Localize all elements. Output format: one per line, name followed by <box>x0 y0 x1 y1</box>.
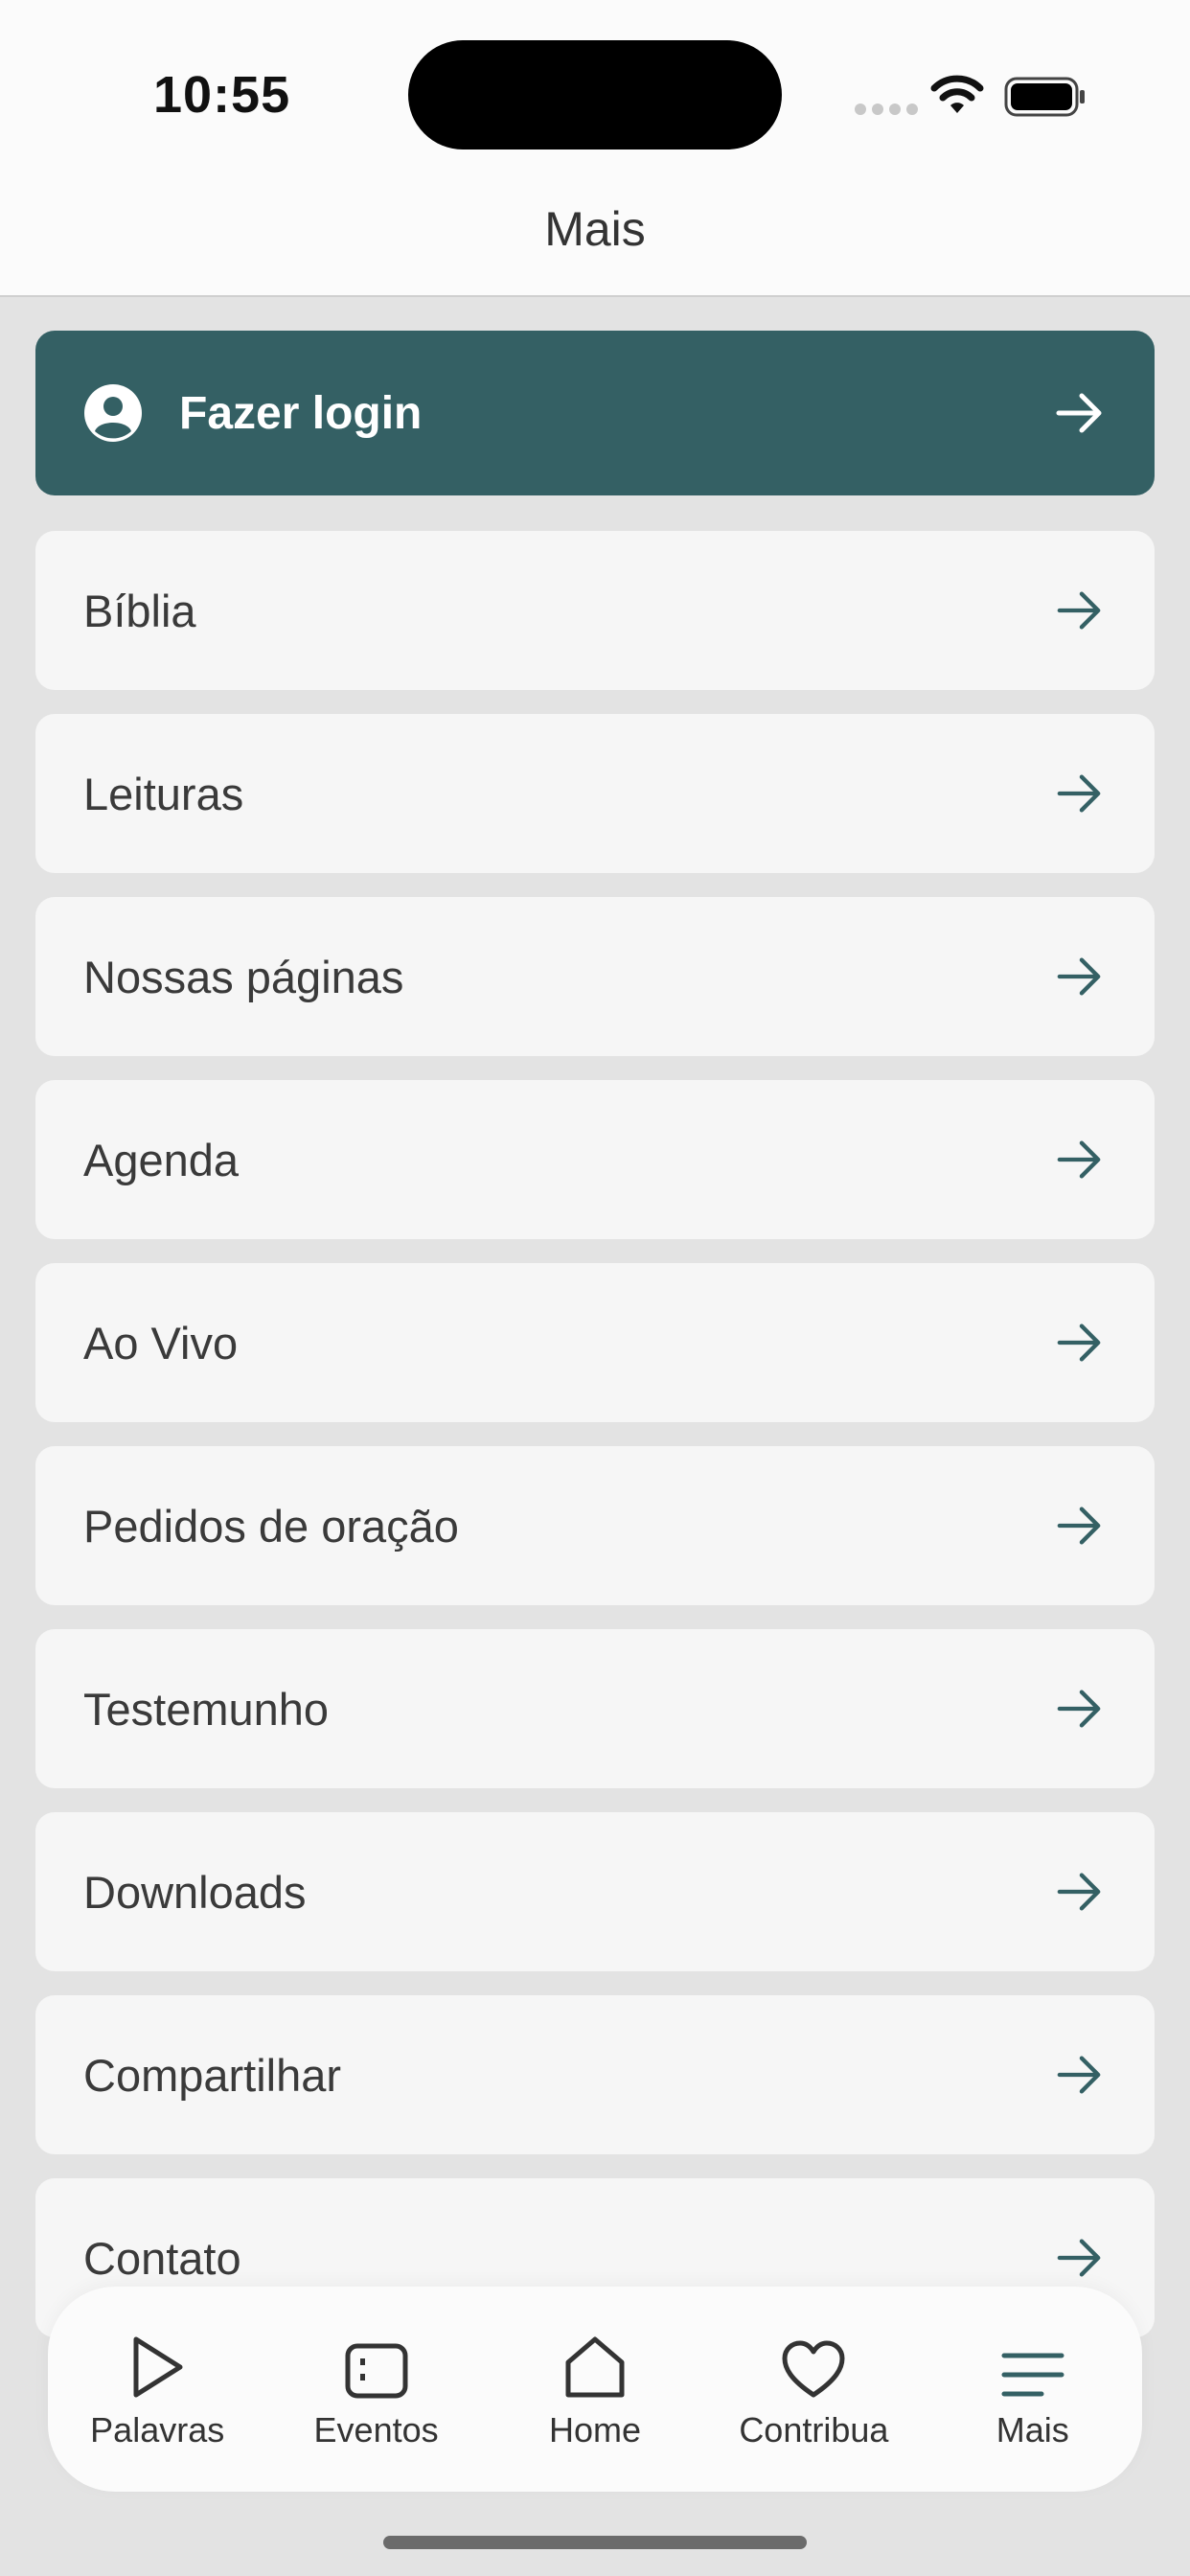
tab-label: Home <box>548 2410 641 2450</box>
arrow-right-icon <box>1053 1682 1107 1736</box>
tab-label: Contribua <box>739 2410 889 2450</box>
arrow-right-icon <box>1053 584 1107 637</box>
battery-icon <box>1004 77 1087 122</box>
bottom-tab-bar: Palavras Eventos Home Contribua Mais <box>48 2287 1142 2492</box>
menu-item-agenda[interactable]: Agenda <box>35 1080 1155 1239</box>
calendar-icon <box>341 2328 412 2399</box>
tab-label: Palavras <box>90 2410 225 2450</box>
menu-item-label: Pedidos de oração <box>83 1500 459 1552</box>
user-circle-icon <box>83 383 143 443</box>
menu-item-leituras[interactable]: Leituras <box>35 714 1155 873</box>
tab-mais[interactable]: Mais <box>937 2328 1129 2450</box>
tab-palavras[interactable]: Palavras <box>61 2328 253 2450</box>
cellular-signal-icon <box>855 104 918 115</box>
dynamic-island <box>408 40 782 150</box>
arrow-right-icon <box>1053 950 1107 1003</box>
status-time: 10:55 <box>153 66 291 124</box>
tab-eventos[interactable]: Eventos <box>281 2328 472 2450</box>
arrow-right-icon <box>1053 767 1107 820</box>
login-button[interactable]: Fazer login <box>35 331 1155 495</box>
menu-item-label: Contato <box>83 2232 241 2284</box>
home-indicator[interactable] <box>383 2536 807 2549</box>
menu-item-label: Nossas páginas <box>83 951 404 1002</box>
arrow-right-icon <box>1053 2231 1107 2285</box>
wifi-icon <box>929 75 985 122</box>
tab-label: Mais <box>995 2410 1069 2450</box>
arrow-right-icon <box>1053 2048 1107 2102</box>
menu-item-biblia[interactable]: Bíblia <box>35 531 1155 690</box>
arrow-right-icon <box>1053 1865 1107 1919</box>
menu-item-ao-vivo[interactable]: Ao Vivo <box>35 1263 1155 1422</box>
menu-item-label: Agenda <box>83 1134 240 1185</box>
menu-item-pedidos-de-oracao[interactable]: Pedidos de oração <box>35 1446 1155 1605</box>
menu-item-downloads[interactable]: Downloads <box>35 1812 1155 1971</box>
menu-item-label: Bíblia <box>83 585 196 636</box>
arrow-right-icon <box>1053 386 1107 440</box>
tab-label: Eventos <box>313 2410 439 2450</box>
tab-contribua[interactable]: Contribua <box>718 2328 909 2450</box>
arrow-right-icon <box>1053 1316 1107 1369</box>
menu-item-label: Ao Vivo <box>83 1317 239 1368</box>
menu-item-label: Downloads <box>83 1866 307 1918</box>
menu-list: Bíblia Leituras Nossas páginas Agenda Ao… <box>35 531 1155 2361</box>
login-label: Fazer login <box>179 387 423 439</box>
heart-icon <box>778 2328 849 2399</box>
page-title: Mais <box>544 202 646 256</box>
menu-item-testemunho[interactable]: Testemunho <box>35 1629 1155 1788</box>
menu-item-label: Leituras <box>83 768 244 819</box>
menu-item-compartilhar[interactable]: Compartilhar <box>35 1995 1155 2154</box>
menu-item-nossas-paginas[interactable]: Nossas páginas <box>35 897 1155 1056</box>
status-bar: 10:55 <box>0 0 1190 172</box>
navigation-header: Mais <box>0 172 1190 297</box>
home-icon <box>560 2328 630 2399</box>
menu-item-label: Testemunho <box>83 1683 330 1735</box>
menu-icon <box>997 2328 1068 2399</box>
play-icon <box>122 2328 193 2399</box>
arrow-right-icon <box>1053 1499 1107 1552</box>
menu-item-label: Compartilhar <box>83 2049 342 2101</box>
arrow-right-icon <box>1053 1133 1107 1186</box>
tab-home[interactable]: Home <box>499 2328 691 2450</box>
